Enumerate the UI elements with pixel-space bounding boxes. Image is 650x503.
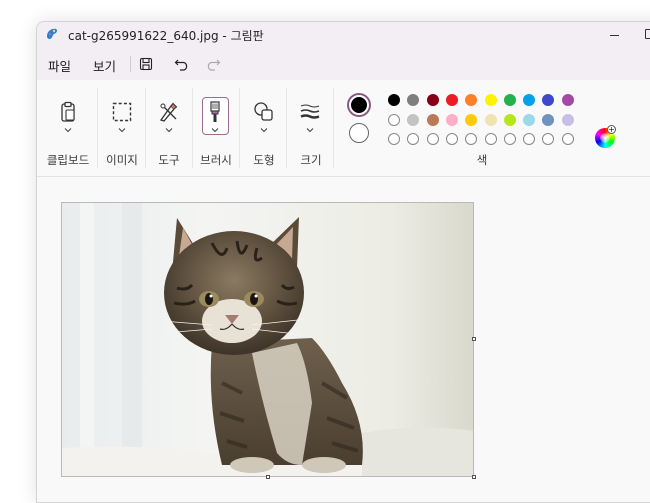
tools-icon	[159, 102, 178, 122]
resize-handle-bottom[interactable]	[266, 475, 270, 479]
undo-button[interactable]	[171, 53, 193, 75]
color-swatch[interactable]	[407, 133, 420, 145]
chevron-down-icon	[64, 128, 72, 133]
undo-icon	[174, 59, 188, 71]
group-size[interactable]: 크기	[287, 80, 333, 176]
chevron-down-icon	[306, 128, 314, 133]
color-swatch[interactable]	[388, 94, 400, 106]
group-label-image: 이미지	[106, 153, 138, 167]
paint-app-icon	[47, 28, 58, 39]
menu-file[interactable]: 파일	[48, 56, 71, 75]
title-bar: cat-g265991622_640.jpg - 그림판	[37, 22, 650, 48]
color-swatch[interactable]	[542, 133, 555, 145]
primary-color-button[interactable]	[347, 93, 371, 117]
maximize-button[interactable]	[639, 24, 650, 44]
chevron-down-icon	[165, 128, 173, 133]
color-swatch[interactable]	[445, 94, 458, 106]
redo-icon	[207, 59, 221, 71]
save-button[interactable]	[135, 53, 157, 75]
chevron-down-icon	[211, 128, 219, 133]
group-clipboard[interactable]: 클립보드	[37, 80, 97, 176]
color-swatch[interactable]	[503, 113, 516, 126]
color-swatch[interactable]	[561, 133, 574, 145]
color-swatch[interactable]	[426, 133, 439, 145]
chevron-down-icon	[118, 128, 126, 133]
resize-handle-right[interactable]	[472, 337, 476, 341]
secondary-color-button[interactable]	[349, 123, 369, 143]
group-label-shapes: 도형	[253, 153, 275, 167]
color-swatch[interactable]	[561, 94, 574, 106]
size-icon	[300, 104, 320, 119]
redo-button[interactable]	[202, 53, 224, 75]
kitten-photo	[62, 203, 473, 476]
color-swatch[interactable]	[426, 113, 439, 126]
color-swatch[interactable]	[523, 113, 536, 126]
group-shapes[interactable]: 도형	[240, 80, 286, 176]
paint-window: cat-g265991622_640.jpg - 그림판 파일 보기 클립보드 …	[36, 21, 650, 503]
group-colors: + 색	[334, 80, 634, 176]
ribbon-toolbar: 클립보드 이미지 도구 브러시 도형 크기 + 색	[37, 80, 650, 177]
color-swatch[interactable]	[542, 113, 555, 126]
add-color-icon: +	[607, 125, 616, 134]
color-swatch[interactable]	[388, 133, 400, 145]
color-swatch[interactable]	[445, 133, 458, 145]
menu-view[interactable]: 보기	[93, 56, 116, 75]
canvas-area[interactable]	[37, 177, 650, 502]
group-label-colors: 색	[476, 153, 488, 167]
selection-icon	[112, 102, 132, 122]
group-image[interactable]: 이미지	[98, 80, 145, 176]
group-label-tools: 도구	[158, 153, 180, 167]
color-swatch[interactable]	[503, 94, 516, 106]
shapes-icon	[254, 102, 273, 121]
group-label-clipboard: 클립보드	[46, 153, 90, 167]
menu-bar: 파일 보기	[37, 48, 650, 80]
save-icon	[139, 57, 153, 71]
group-label-brushes: 브러시	[200, 153, 232, 167]
color-swatch[interactable]	[503, 133, 516, 145]
minimize-button[interactable]	[605, 24, 625, 44]
color-swatch[interactable]	[465, 113, 478, 126]
color-swatch[interactable]	[523, 94, 536, 106]
color-swatch[interactable]	[426, 94, 439, 106]
window-title: cat-g265991622_640.jpg - 그림판	[68, 29, 264, 43]
primary-color-swatch	[351, 97, 367, 113]
color-swatch[interactable]	[465, 94, 478, 106]
edit-colors-button[interactable]: +	[595, 125, 616, 148]
resize-handle-corner[interactable]	[472, 475, 476, 479]
color-swatch[interactable]	[388, 113, 400, 126]
color-swatch[interactable]	[465, 133, 478, 145]
menu-separator	[130, 56, 131, 72]
clipboard-icon	[61, 101, 75, 122]
color-swatch[interactable]	[561, 113, 574, 126]
color-swatch[interactable]	[407, 113, 420, 126]
color-swatch[interactable]	[407, 94, 420, 106]
group-brushes[interactable]: 브러시	[193, 80, 239, 176]
brush-icon	[210, 101, 220, 122]
kitten-image[interactable]	[61, 202, 474, 477]
chevron-down-icon	[260, 128, 268, 133]
color-swatch[interactable]	[523, 133, 536, 145]
color-swatch[interactable]	[484, 94, 497, 106]
color-swatch[interactable]	[484, 133, 497, 145]
color-swatch[interactable]	[445, 113, 458, 126]
group-label-size: 크기	[300, 153, 322, 167]
group-tools[interactable]: 도구	[146, 80, 192, 176]
color-swatch[interactable]	[542, 94, 555, 106]
color-swatch[interactable]	[484, 113, 497, 126]
